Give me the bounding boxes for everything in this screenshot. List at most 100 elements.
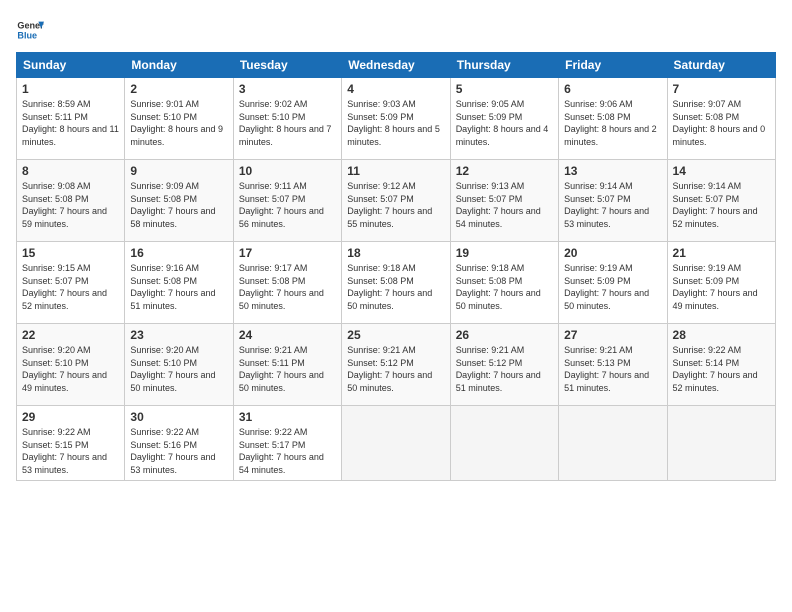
day-info: Sunrise: 9:22 AMSunset: 5:16 PMDaylight:… bbox=[130, 426, 227, 476]
day-info: Sunrise: 9:22 AMSunset: 5:17 PMDaylight:… bbox=[239, 426, 336, 476]
day-info: Sunrise: 9:07 AMSunset: 5:08 PMDaylight:… bbox=[673, 98, 770, 148]
day-number: 4 bbox=[347, 82, 444, 96]
day-number: 31 bbox=[239, 410, 336, 424]
calendar-week-row: 8 Sunrise: 9:08 AMSunset: 5:08 PMDayligh… bbox=[17, 160, 776, 242]
calendar-day-cell: 2 Sunrise: 9:01 AMSunset: 5:10 PMDayligh… bbox=[125, 78, 233, 160]
day-of-week-header: Sunday bbox=[17, 53, 125, 78]
day-number: 14 bbox=[673, 164, 770, 178]
calendar-day-cell: 17 Sunrise: 9:17 AMSunset: 5:08 PMDaylig… bbox=[233, 242, 341, 324]
day-number: 6 bbox=[564, 82, 661, 96]
calendar-week-row: 1 Sunrise: 8:59 AMSunset: 5:11 PMDayligh… bbox=[17, 78, 776, 160]
day-info: Sunrise: 9:17 AMSunset: 5:08 PMDaylight:… bbox=[239, 262, 336, 312]
day-info: Sunrise: 9:14 AMSunset: 5:07 PMDaylight:… bbox=[564, 180, 661, 230]
day-number: 18 bbox=[347, 246, 444, 260]
calendar-day-cell: 13 Sunrise: 9:14 AMSunset: 5:07 PMDaylig… bbox=[559, 160, 667, 242]
day-info: Sunrise: 9:03 AMSunset: 5:09 PMDaylight:… bbox=[347, 98, 444, 148]
calendar-day-cell: 29 Sunrise: 9:22 AMSunset: 5:15 PMDaylig… bbox=[17, 406, 125, 481]
day-info: Sunrise: 9:21 AMSunset: 5:13 PMDaylight:… bbox=[564, 344, 661, 394]
calendar-day-cell: 9 Sunrise: 9:09 AMSunset: 5:08 PMDayligh… bbox=[125, 160, 233, 242]
calendar-day-cell: 3 Sunrise: 9:02 AMSunset: 5:10 PMDayligh… bbox=[233, 78, 341, 160]
calendar-day-cell: 5 Sunrise: 9:05 AMSunset: 5:09 PMDayligh… bbox=[450, 78, 558, 160]
day-info: Sunrise: 9:22 AMSunset: 5:15 PMDaylight:… bbox=[22, 426, 119, 476]
day-info: Sunrise: 9:22 AMSunset: 5:14 PMDaylight:… bbox=[673, 344, 770, 394]
day-info: Sunrise: 9:16 AMSunset: 5:08 PMDaylight:… bbox=[130, 262, 227, 312]
logo: General Blue bbox=[16, 16, 48, 44]
day-number: 26 bbox=[456, 328, 553, 342]
day-number: 16 bbox=[130, 246, 227, 260]
day-number: 24 bbox=[239, 328, 336, 342]
calendar-day-cell: 22 Sunrise: 9:20 AMSunset: 5:10 PMDaylig… bbox=[17, 324, 125, 406]
day-info: Sunrise: 9:01 AMSunset: 5:10 PMDaylight:… bbox=[130, 98, 227, 148]
day-of-week-header: Monday bbox=[125, 53, 233, 78]
day-number: 3 bbox=[239, 82, 336, 96]
day-number: 21 bbox=[673, 246, 770, 260]
day-number: 25 bbox=[347, 328, 444, 342]
day-number: 29 bbox=[22, 410, 119, 424]
day-info: Sunrise: 9:20 AMSunset: 5:10 PMDaylight:… bbox=[22, 344, 119, 394]
header: General Blue bbox=[16, 12, 776, 44]
calendar-day-cell: 15 Sunrise: 9:15 AMSunset: 5:07 PMDaylig… bbox=[17, 242, 125, 324]
calendar-day-cell: 27 Sunrise: 9:21 AMSunset: 5:13 PMDaylig… bbox=[559, 324, 667, 406]
day-info: Sunrise: 9:19 AMSunset: 5:09 PMDaylight:… bbox=[564, 262, 661, 312]
day-info: Sunrise: 9:12 AMSunset: 5:07 PMDaylight:… bbox=[347, 180, 444, 230]
calendar-day-cell: 4 Sunrise: 9:03 AMSunset: 5:09 PMDayligh… bbox=[342, 78, 450, 160]
day-number: 23 bbox=[130, 328, 227, 342]
calendar-week-row: 29 Sunrise: 9:22 AMSunset: 5:15 PMDaylig… bbox=[17, 406, 776, 481]
day-info: Sunrise: 9:02 AMSunset: 5:10 PMDaylight:… bbox=[239, 98, 336, 148]
calendar-day-cell: 21 Sunrise: 9:19 AMSunset: 5:09 PMDaylig… bbox=[667, 242, 775, 324]
calendar-day-cell: 31 Sunrise: 9:22 AMSunset: 5:17 PMDaylig… bbox=[233, 406, 341, 481]
day-info: Sunrise: 9:05 AMSunset: 5:09 PMDaylight:… bbox=[456, 98, 553, 148]
calendar-day-cell: 20 Sunrise: 9:19 AMSunset: 5:09 PMDaylig… bbox=[559, 242, 667, 324]
calendar-day-cell: 18 Sunrise: 9:18 AMSunset: 5:08 PMDaylig… bbox=[342, 242, 450, 324]
calendar-week-row: 15 Sunrise: 9:15 AMSunset: 5:07 PMDaylig… bbox=[17, 242, 776, 324]
day-info: Sunrise: 8:59 AMSunset: 5:11 PMDaylight:… bbox=[22, 98, 119, 148]
calendar-day-cell: 19 Sunrise: 9:18 AMSunset: 5:08 PMDaylig… bbox=[450, 242, 558, 324]
day-of-week-header: Friday bbox=[559, 53, 667, 78]
day-info: Sunrise: 9:13 AMSunset: 5:07 PMDaylight:… bbox=[456, 180, 553, 230]
day-info: Sunrise: 9:21 AMSunset: 5:12 PMDaylight:… bbox=[456, 344, 553, 394]
calendar-day-cell: 12 Sunrise: 9:13 AMSunset: 5:07 PMDaylig… bbox=[450, 160, 558, 242]
day-number: 17 bbox=[239, 246, 336, 260]
calendar-day-cell bbox=[450, 406, 558, 481]
logo-icon: General Blue bbox=[16, 16, 44, 44]
day-info: Sunrise: 9:21 AMSunset: 5:12 PMDaylight:… bbox=[347, 344, 444, 394]
day-number: 30 bbox=[130, 410, 227, 424]
day-number: 10 bbox=[239, 164, 336, 178]
day-info: Sunrise: 9:18 AMSunset: 5:08 PMDaylight:… bbox=[347, 262, 444, 312]
day-info: Sunrise: 9:18 AMSunset: 5:08 PMDaylight:… bbox=[456, 262, 553, 312]
day-info: Sunrise: 9:08 AMSunset: 5:08 PMDaylight:… bbox=[22, 180, 119, 230]
day-number: 27 bbox=[564, 328, 661, 342]
day-info: Sunrise: 9:11 AMSunset: 5:07 PMDaylight:… bbox=[239, 180, 336, 230]
calendar-day-cell: 8 Sunrise: 9:08 AMSunset: 5:08 PMDayligh… bbox=[17, 160, 125, 242]
day-number: 15 bbox=[22, 246, 119, 260]
day-info: Sunrise: 9:06 AMSunset: 5:08 PMDaylight:… bbox=[564, 98, 661, 148]
main-container: General Blue SundayMondayTuesdayWednesda… bbox=[0, 0, 792, 612]
calendar-day-cell: 25 Sunrise: 9:21 AMSunset: 5:12 PMDaylig… bbox=[342, 324, 450, 406]
day-number: 9 bbox=[130, 164, 227, 178]
day-number: 22 bbox=[22, 328, 119, 342]
calendar-day-cell: 30 Sunrise: 9:22 AMSunset: 5:16 PMDaylig… bbox=[125, 406, 233, 481]
day-info: Sunrise: 9:21 AMSunset: 5:11 PMDaylight:… bbox=[239, 344, 336, 394]
calendar-day-cell: 1 Sunrise: 8:59 AMSunset: 5:11 PMDayligh… bbox=[17, 78, 125, 160]
day-info: Sunrise: 9:15 AMSunset: 5:07 PMDaylight:… bbox=[22, 262, 119, 312]
calendar-day-cell: 14 Sunrise: 9:14 AMSunset: 5:07 PMDaylig… bbox=[667, 160, 775, 242]
calendar-day-cell: 26 Sunrise: 9:21 AMSunset: 5:12 PMDaylig… bbox=[450, 324, 558, 406]
day-number: 19 bbox=[456, 246, 553, 260]
calendar-day-cell: 10 Sunrise: 9:11 AMSunset: 5:07 PMDaylig… bbox=[233, 160, 341, 242]
svg-text:Blue: Blue bbox=[17, 30, 37, 40]
day-number: 1 bbox=[22, 82, 119, 96]
day-of-week-header: Thursday bbox=[450, 53, 558, 78]
calendar-day-cell bbox=[342, 406, 450, 481]
calendar-header-row: SundayMondayTuesdayWednesdayThursdayFrid… bbox=[17, 53, 776, 78]
calendar-day-cell bbox=[559, 406, 667, 481]
calendar-day-cell: 24 Sunrise: 9:21 AMSunset: 5:11 PMDaylig… bbox=[233, 324, 341, 406]
calendar-day-cell: 6 Sunrise: 9:06 AMSunset: 5:08 PMDayligh… bbox=[559, 78, 667, 160]
calendar-day-cell: 11 Sunrise: 9:12 AMSunset: 5:07 PMDaylig… bbox=[342, 160, 450, 242]
day-of-week-header: Tuesday bbox=[233, 53, 341, 78]
day-number: 28 bbox=[673, 328, 770, 342]
day-number: 11 bbox=[347, 164, 444, 178]
day-number: 5 bbox=[456, 82, 553, 96]
day-number: 7 bbox=[673, 82, 770, 96]
day-info: Sunrise: 9:09 AMSunset: 5:08 PMDaylight:… bbox=[130, 180, 227, 230]
day-number: 20 bbox=[564, 246, 661, 260]
